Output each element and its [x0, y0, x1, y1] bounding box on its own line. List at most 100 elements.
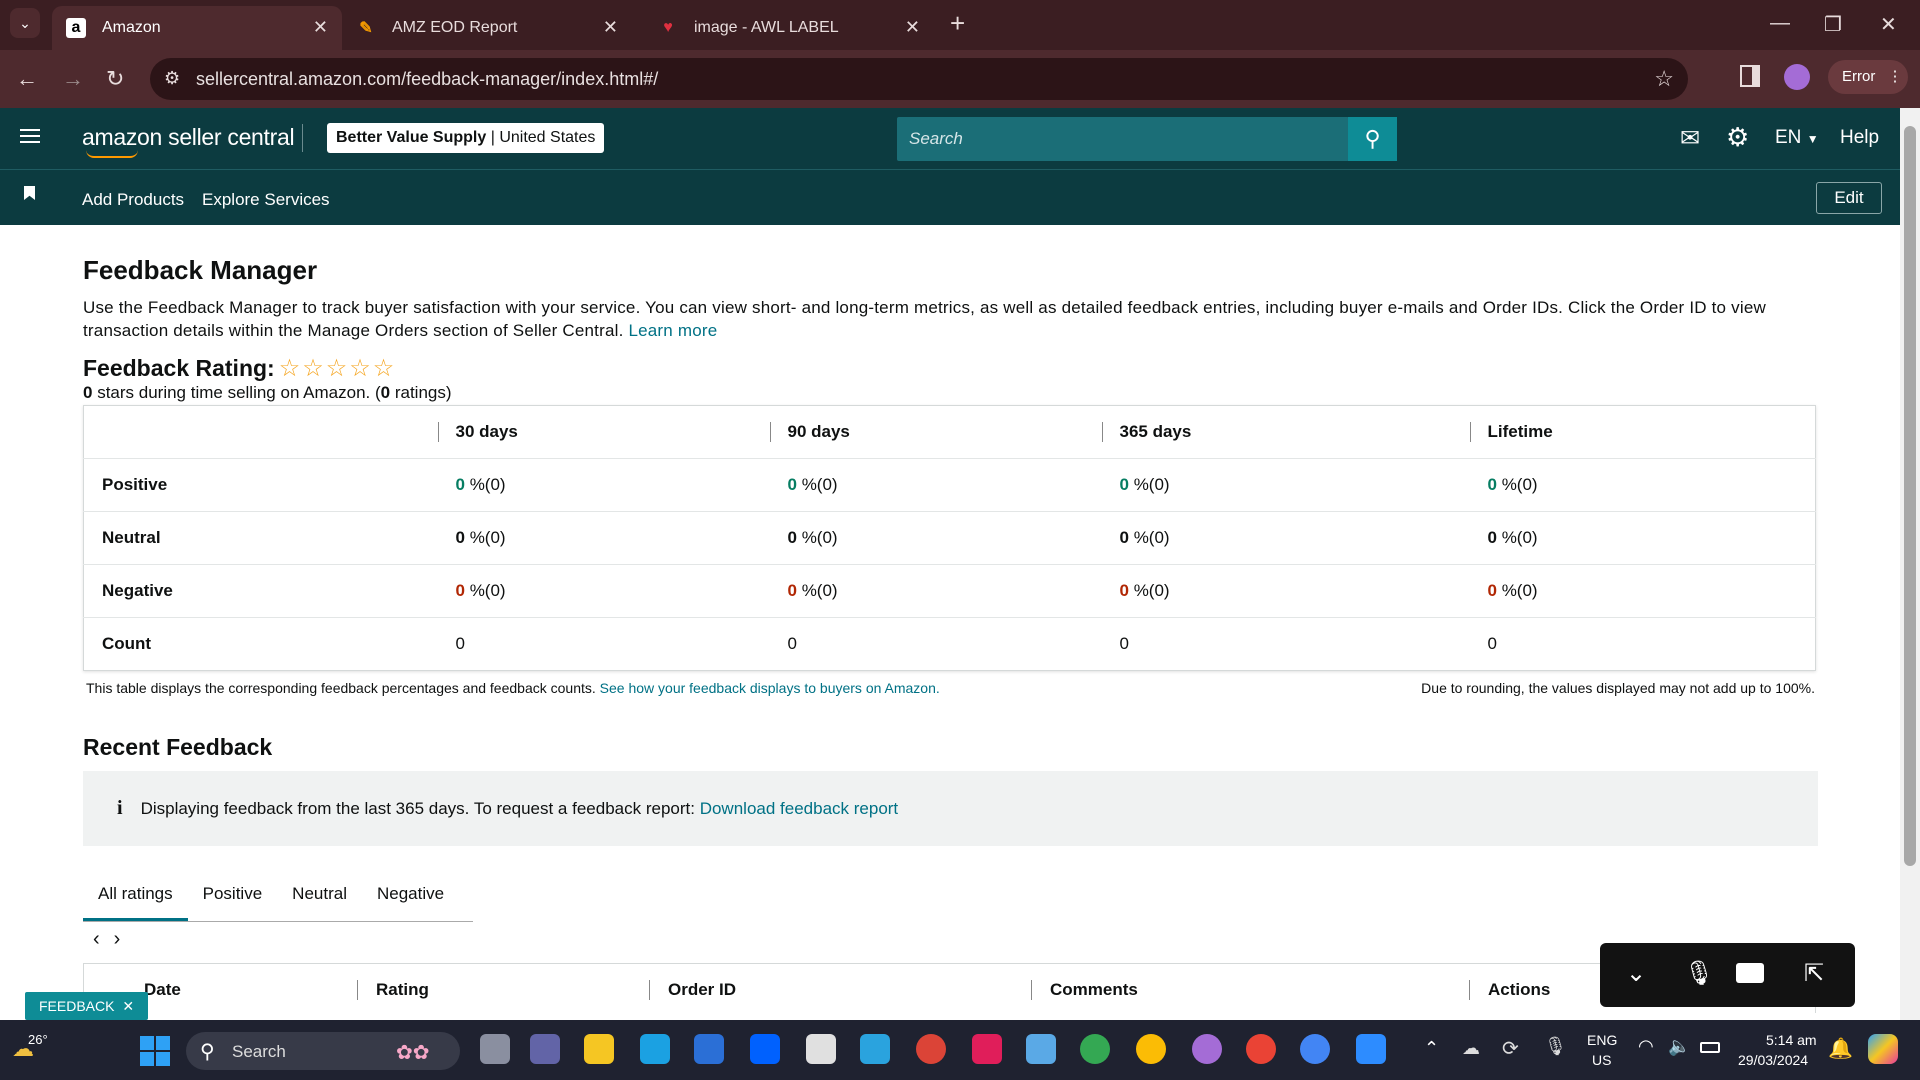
- side-panel-icon[interactable]: [1740, 65, 1760, 87]
- chrome-profile-icon[interactable]: [1300, 1034, 1330, 1064]
- tab-image-awl-label[interactable]: ♥ image - AWL LABEL ✕: [644, 6, 934, 50]
- profile-avatar[interactable]: [1784, 64, 1810, 90]
- settings-gear-icon[interactable]: ⚙: [1726, 122, 1749, 153]
- taskbar-search[interactable]: ⚲ Search ✿✿: [186, 1032, 460, 1070]
- feedback-display-link[interactable]: See how your feedback displays to buyers…: [600, 680, 940, 696]
- copilot-icon[interactable]: [1868, 1034, 1898, 1064]
- slack-icon[interactable]: [972, 1034, 1002, 1064]
- nav-add-products[interactable]: Add Products: [82, 190, 184, 210]
- bookmark-star-icon[interactable]: ☆: [1654, 66, 1674, 92]
- col-lifetime: Lifetime: [1469, 406, 1816, 459]
- folder-icon[interactable]: [584, 1034, 614, 1064]
- star-icon: ☆: [349, 355, 371, 382]
- mail-icon[interactable]: ✉: [1680, 124, 1700, 153]
- chevron-down-icon[interactable]: ⌄: [1626, 959, 1646, 988]
- metric-cell: 0 %(0): [1469, 458, 1816, 512]
- omnibox[interactable]: ⚙ sellercentral.amazon.com/feedback-mana…: [150, 58, 1688, 100]
- weather-temp[interactable]: 26°: [28, 1032, 48, 1047]
- amazon-icon[interactable]: [806, 1034, 836, 1064]
- minimize-icon[interactable]: —: [1770, 12, 1790, 35]
- sync-icon[interactable]: ⟳: [1502, 1036, 1519, 1061]
- edit-button[interactable]: Edit: [1816, 182, 1882, 214]
- share-screen-icon[interactable]: ⇱: [1804, 959, 1824, 988]
- metric-value: 0: [455, 528, 465, 547]
- store-icon[interactable]: [694, 1034, 724, 1064]
- telegram-icon[interactable]: [860, 1034, 890, 1064]
- file-explorer-icon[interactable]: [480, 1034, 510, 1064]
- page-scrollbar[interactable]: [1900, 108, 1920, 1020]
- chrome-profile-icon[interactable]: [1192, 1034, 1222, 1064]
- tab-search-button[interactable]: ⌄: [10, 8, 40, 38]
- chrome-profile-icon[interactable]: [1136, 1034, 1166, 1064]
- tab-neutral[interactable]: Neutral: [277, 870, 362, 921]
- seller-central-logo[interactable]: amazon seller central: [82, 124, 295, 151]
- clock-date[interactable]: 29/03/2024: [1738, 1052, 1808, 1068]
- bookmark-icon[interactable]: [24, 186, 35, 200]
- feedback-table-header: Date Rating Order ID Comments Actions: [83, 963, 1816, 1013]
- volume-icon[interactable]: 🔈: [1668, 1036, 1690, 1057]
- col-order-id: Order ID: [649, 980, 736, 1000]
- new-tab-button[interactable]: +: [950, 8, 965, 39]
- metric-suffix: %(0): [796, 581, 838, 600]
- site-info-icon[interactable]: ⚙: [164, 68, 180, 89]
- search-box[interactable]: Search: [897, 117, 1349, 161]
- mail-heart-icon: ♥: [663, 19, 673, 36]
- nav-explore-services[interactable]: Explore Services: [202, 190, 330, 210]
- learn-more-link[interactable]: Learn more: [628, 321, 717, 340]
- language-selector[interactable]: EN ▼: [1775, 127, 1819, 149]
- restore-icon[interactable]: ❐: [1824, 12, 1842, 37]
- dropbox-icon[interactable]: [750, 1034, 780, 1064]
- logo-smile-icon: [86, 150, 138, 158]
- reload-icon[interactable]: ↻: [106, 66, 124, 92]
- teams-icon[interactable]: [530, 1034, 560, 1064]
- feedback-pill-button[interactable]: FEEDBACK ✕: [25, 992, 149, 1020]
- tab-all-ratings[interactable]: All ratings: [83, 870, 188, 921]
- tab-positive[interactable]: Positive: [188, 870, 278, 921]
- hamburger-menu-icon[interactable]: [20, 129, 40, 143]
- windows-start-icon[interactable]: [140, 1036, 170, 1066]
- url-text[interactable]: sellercentral.amazon.com/feedback-manage…: [196, 69, 658, 90]
- back-icon[interactable]: ←: [16, 66, 38, 92]
- scrollbar-thumb[interactable]: [1904, 126, 1916, 866]
- tab-amazon[interactable]: a Amazon ✕: [52, 6, 342, 50]
- wifi-icon[interactable]: ◠: [1638, 1036, 1654, 1057]
- close-window-icon[interactable]: ✕: [1880, 12, 1897, 37]
- battery-icon[interactable]: [1700, 1042, 1720, 1053]
- input-language[interactable]: ENG: [1587, 1032, 1617, 1048]
- tray-chevron-icon[interactable]: ⌃: [1424, 1038, 1439, 1059]
- chevron-left-icon[interactable]: ‹: [93, 928, 100, 951]
- forward-icon[interactable]: →: [62, 66, 84, 92]
- close-icon[interactable]: ✕: [122, 998, 134, 1014]
- tab-title: Amazon: [102, 19, 161, 36]
- profile-error-button[interactable]: Error ⋮: [1828, 60, 1908, 94]
- caret-down-icon: ▼: [1806, 132, 1819, 146]
- chrome-icon[interactable]: [916, 1034, 946, 1064]
- chrome-profile-icon[interactable]: [1246, 1034, 1276, 1064]
- close-tab-icon[interactable]: ✕: [905, 17, 920, 38]
- onedrive-icon[interactable]: ☁: [1462, 1038, 1480, 1059]
- input-region[interactable]: US: [1592, 1052, 1611, 1068]
- tab-amz-eod-report[interactable]: ✎ AMZ EOD Report ✕: [342, 6, 632, 50]
- metric-cell: 0: [769, 617, 1102, 671]
- download-report-link[interactable]: Download feedback report: [700, 799, 898, 819]
- clock-time[interactable]: 5:14 am: [1766, 1032, 1817, 1048]
- video-camera-icon[interactable]: [1736, 963, 1764, 983]
- chrome-profile-icon[interactable]: [1080, 1034, 1110, 1064]
- microphone-icon[interactable]: 🎙: [1544, 1036, 1567, 1057]
- zoom-icon[interactable]: [1356, 1034, 1386, 1064]
- tab-negative[interactable]: Negative: [362, 870, 459, 921]
- metric-cell: 0 %(0): [1469, 511, 1816, 565]
- chevron-right-icon[interactable]: ›: [114, 928, 121, 951]
- mic-muted-icon[interactable]: 🎙: [1684, 959, 1714, 988]
- search-input[interactable]: Search: [909, 129, 963, 149]
- close-tab-icon[interactable]: ✕: [603, 17, 618, 38]
- store-switcher[interactable]: Better Value Supply | United States: [327, 123, 605, 153]
- metric-value: 0: [1487, 581, 1497, 600]
- help-link[interactable]: Help: [1840, 127, 1879, 149]
- close-tab-icon[interactable]: ✕: [313, 17, 328, 38]
- notification-bell-icon[interactable]: 🔔: [1828, 1036, 1853, 1061]
- search-button[interactable]: ⚲: [1348, 117, 1397, 161]
- table-row: Positive 0 %(0) 0 %(0) 0 %(0) 0 %(0): [83, 458, 1816, 512]
- edge-icon[interactable]: [640, 1034, 670, 1064]
- notepad-icon[interactable]: [1026, 1034, 1056, 1064]
